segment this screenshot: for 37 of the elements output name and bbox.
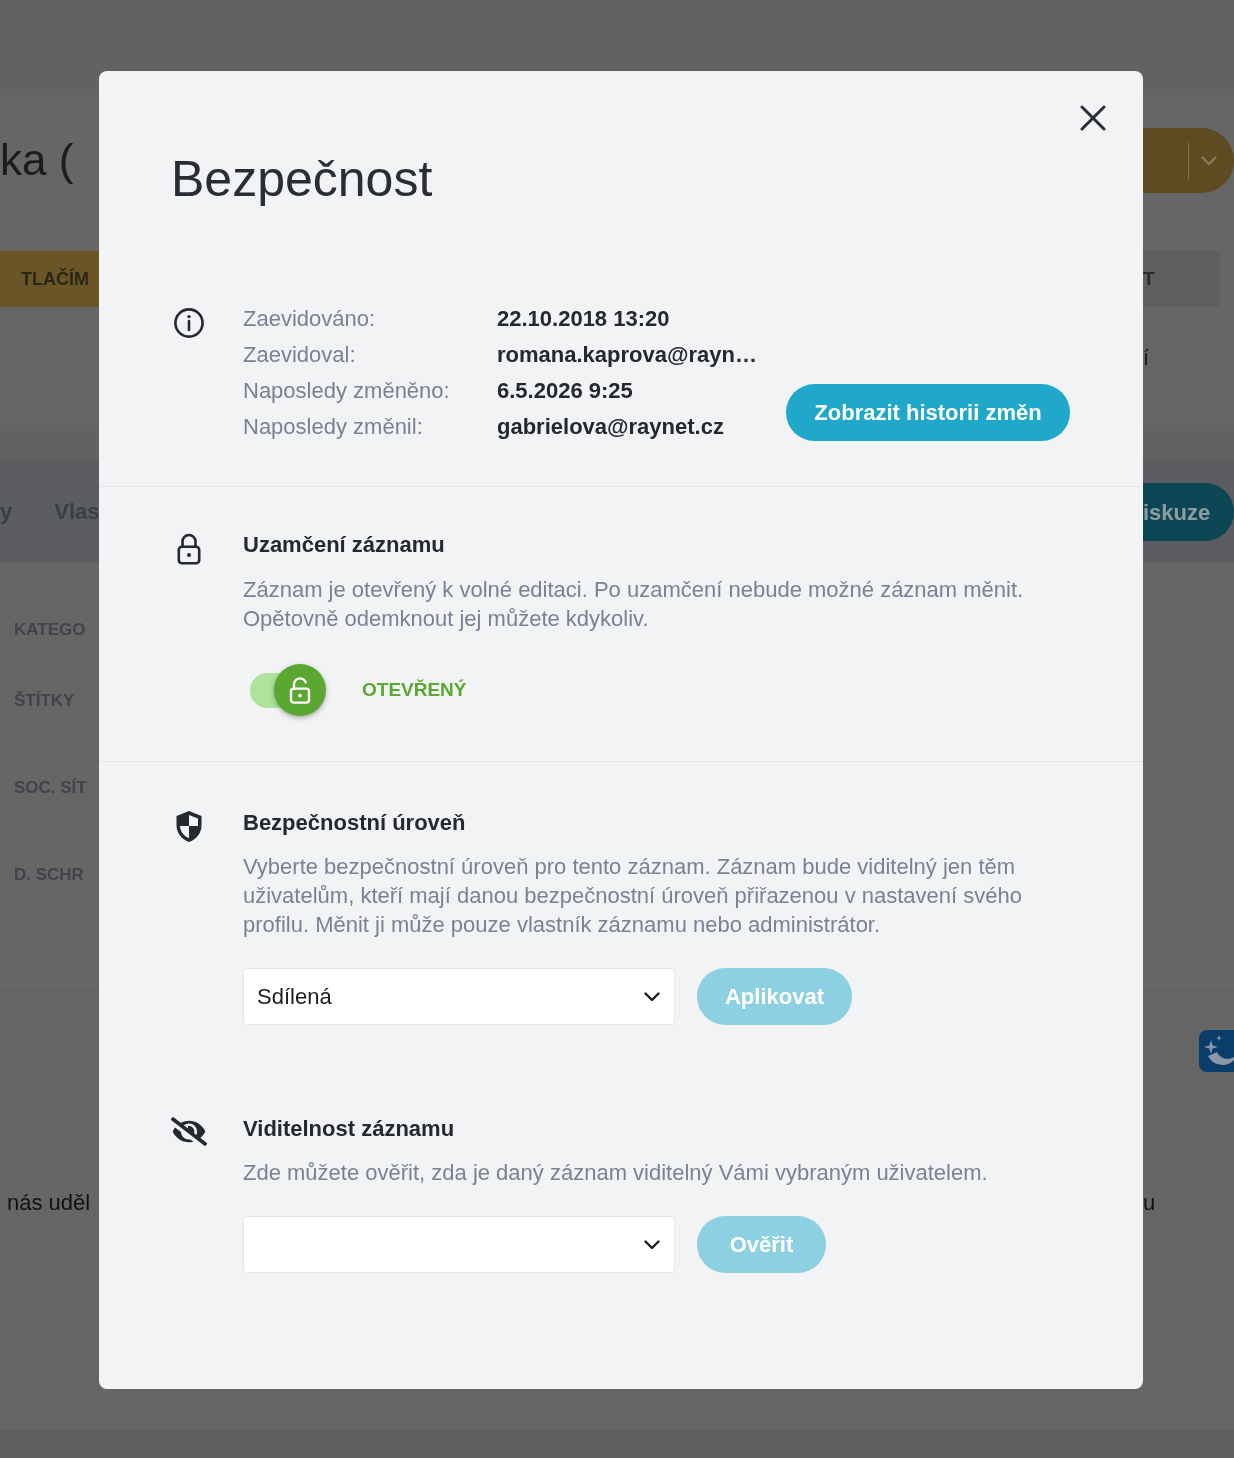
section-heading: Bezpečnostní úroveň: [243, 809, 466, 837]
lock-status: OTEVŘENÝ: [362, 677, 467, 702]
chevron-down-icon: [644, 991, 660, 1002]
body-text: nás uděl: [7, 1190, 91, 1216]
field-label: Naposledy změnil:: [243, 413, 423, 441]
field-value: 22.10.2018 13:20: [497, 305, 670, 333]
lock-switch[interactable]: [250, 664, 326, 716]
field-label: Zaevidováno:: [243, 305, 376, 333]
section-heading: Uzamčení záznamu: [243, 531, 445, 559]
body-text: í: [1143, 345, 1150, 371]
close-button[interactable]: [1078, 103, 1108, 133]
page-title: ka (: [0, 134, 74, 186]
select-field[interactable]: Sdílená: [243, 968, 675, 1025]
field-label: Naposledy změněno:: [243, 377, 450, 405]
section-description: Záznam je otevřený k volné editaci. Po uzamčení nebude možné záznam měnit. Opětovně odemknout jej můžete kdykoliv.: [243, 576, 1025, 633]
field-value: gabrielova@raynet.cz: [497, 413, 724, 441]
pill-button[interactable]: iskuze: [1143, 483, 1234, 541]
action-button[interactable]: TLAČÍM: [0, 251, 99, 307]
field-value: romana.kaprova@rayn…: [497, 341, 757, 369]
eye-slash-icon: [171, 1117, 207, 1146]
sparkle-tile-icon[interactable]: [1199, 1030, 1234, 1072]
body-text: u: [1143, 1190, 1156, 1216]
dialog-title: Bezpečnost: [171, 150, 433, 209]
shield-icon: [175, 810, 203, 843]
field-label: Zaevidoval:: [243, 341, 356, 369]
section-description: Zde můžete ověřit, zda je daný záznam viditelný Vámi vybraným uživatelem.: [243, 1159, 989, 1187]
select-field[interactable]: [243, 1216, 675, 1273]
close-icon: [1080, 105, 1106, 131]
chevron-down-icon: [644, 1239, 660, 1250]
info-icon: [174, 308, 204, 338]
padlock-icon: [177, 533, 201, 565]
primary-button[interactable]: Zobrazit historii změn: [786, 384, 1070, 441]
section-heading: Viditelnost záznamu: [243, 1115, 455, 1143]
field-value: 6.5.2026 9:25: [497, 377, 633, 405]
dropdown-button[interactable]: [1143, 128, 1234, 193]
section-description: Vyberte bezpečnostní úroveň pro tento záznam. Záznam bude viditelný jen těm uživatelům, kteří mají danou bezpečnostní úroveň přiřazenou v nastavení svého profilu. Měnit ji může pouze vlastník záznamu nebo administrátor.: [243, 853, 1023, 939]
chevron-down-icon: [1201, 155, 1217, 166]
